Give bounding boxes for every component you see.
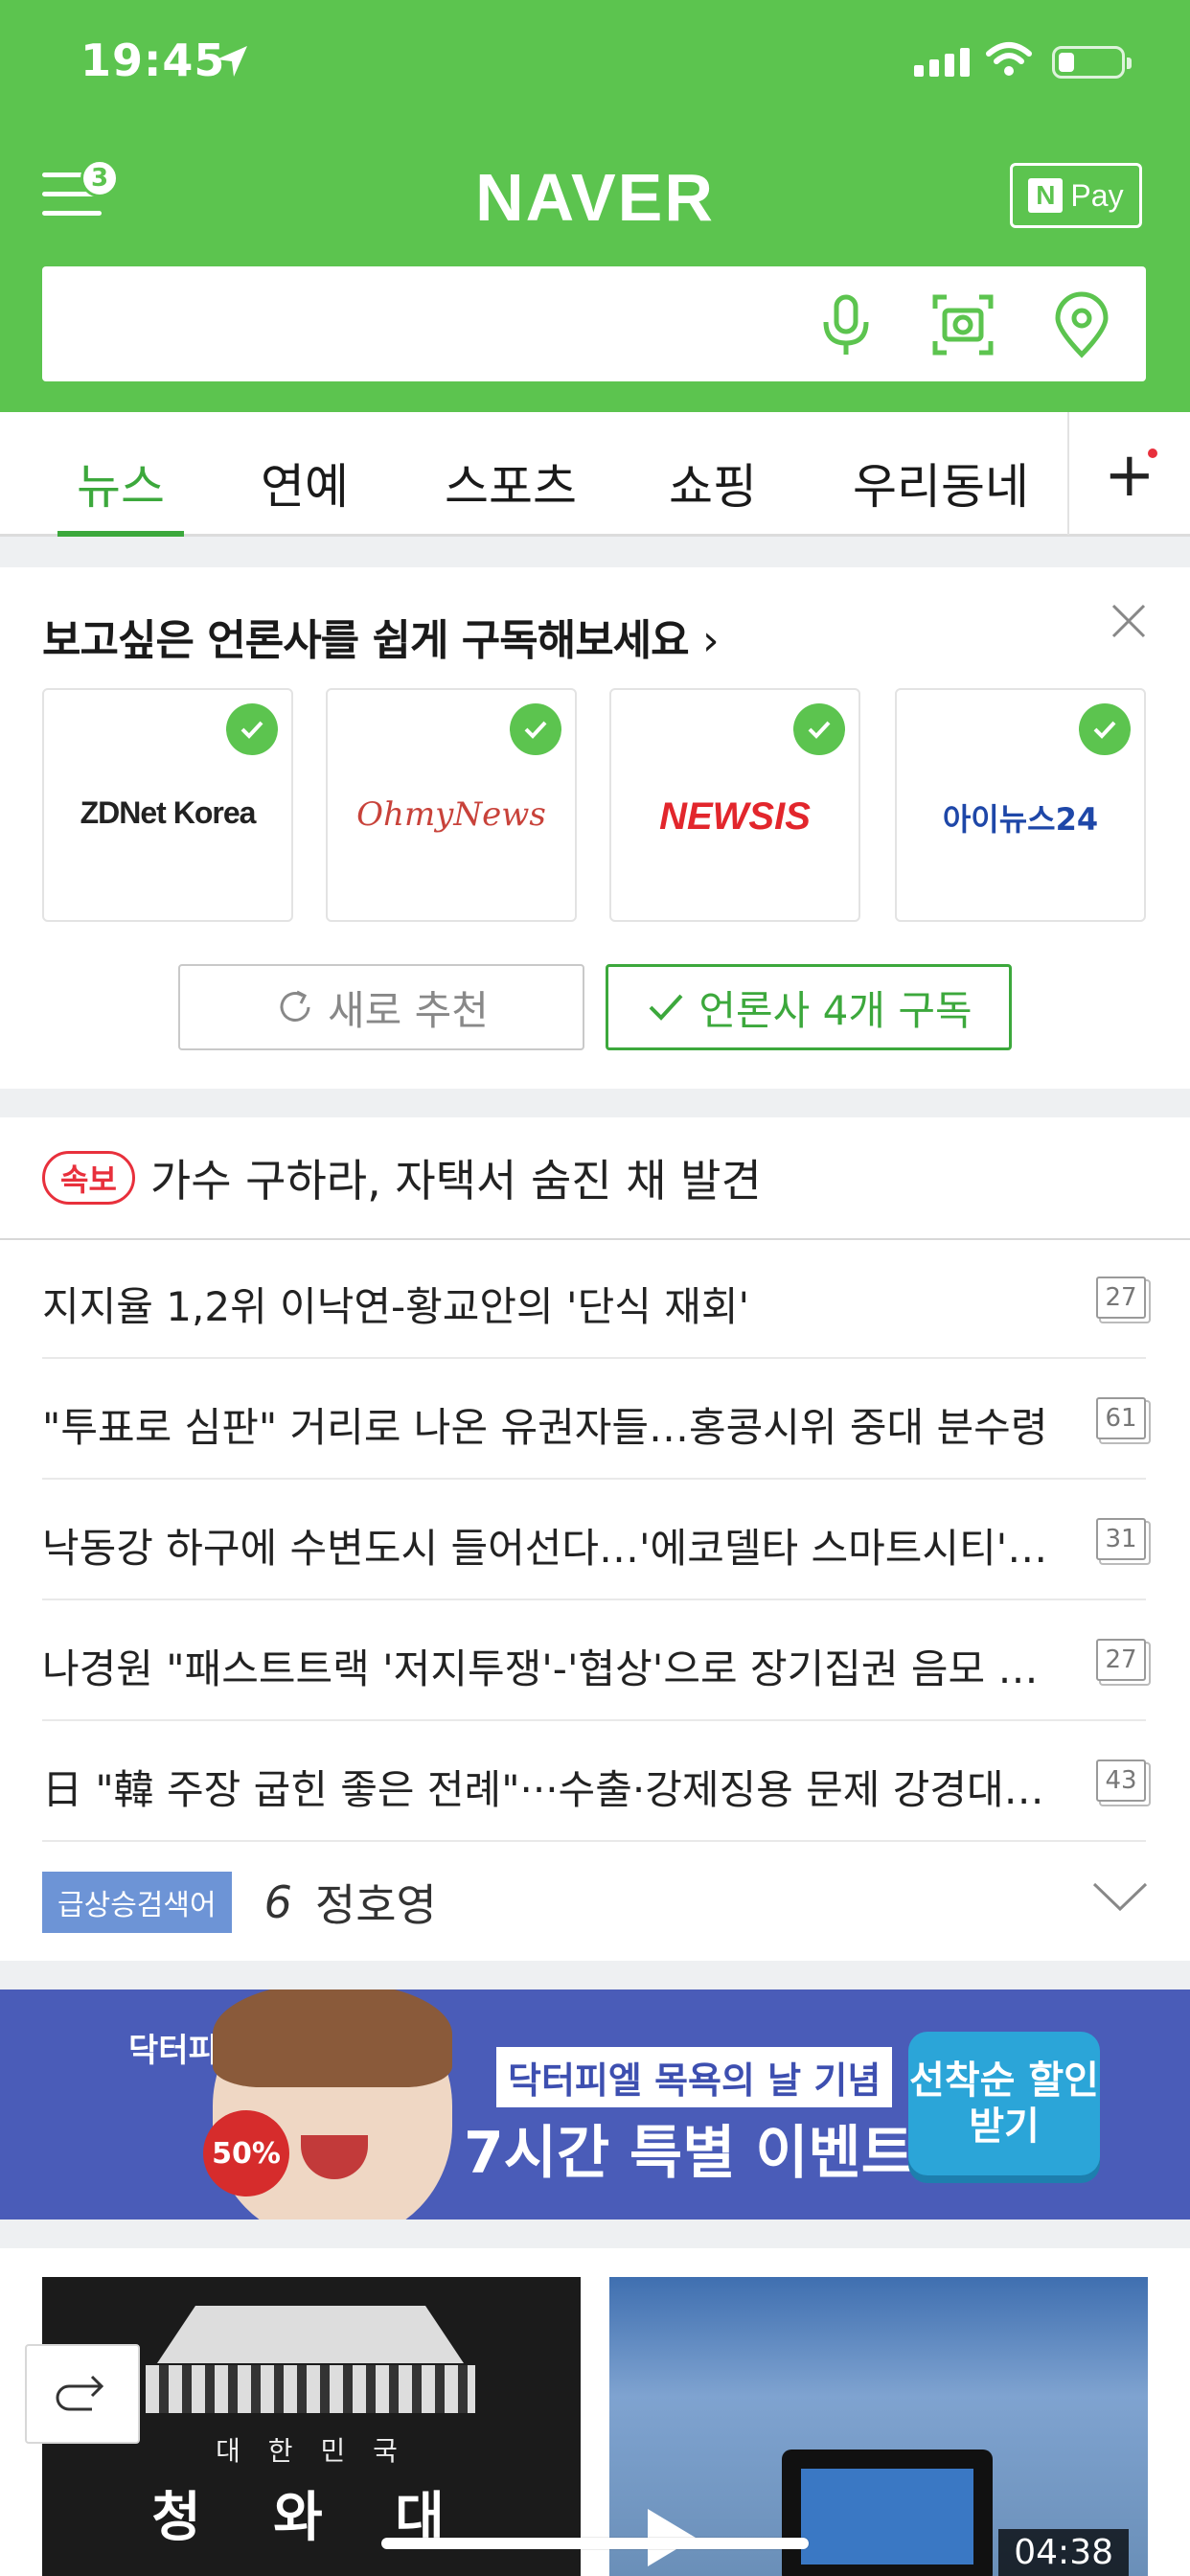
- comment-count: 27: [1096, 1639, 1146, 1681]
- check-icon[interactable]: [793, 703, 845, 755]
- section-gap: [0, 1089, 1190, 1117]
- npay-label: Pay: [1070, 177, 1124, 213]
- news-title: 낙동강 하구에 수변도시 들어선다…'에코델타 스마트시티' 조성: [42, 1525, 1058, 1572]
- publisher-logo: OhmyNews: [356, 795, 546, 834]
- comment-count: 27: [1096, 1276, 1146, 1319]
- battery-icon: [1052, 46, 1132, 79]
- subscribe-button[interactable]: 언론사 4개 구독: [606, 964, 1012, 1050]
- publisher-logo: 아이뉴스24: [942, 801, 1099, 838]
- publisher-logo: NEWSIS: [659, 795, 811, 838]
- breaking-badge: 속보: [42, 1151, 135, 1205]
- trending-tag: 급상승검색어: [42, 1872, 232, 1933]
- tab-entertainment[interactable]: 연예: [261, 448, 349, 518]
- section-gap: [0, 1961, 1190, 1990]
- check-icon[interactable]: [1079, 703, 1131, 755]
- search-input[interactable]: [42, 266, 1146, 381]
- chevron-down-icon[interactable]: [1092, 1880, 1148, 1913]
- ad-banner[interactable]: 닥터피엘 50% 닥터피엘 목욕의 날 기념 7시간 특별 이벤트 선착순 할인…: [0, 1990, 1190, 2220]
- publisher-card-ohmynews[interactable]: OhmyNews: [326, 688, 577, 922]
- ad-discount-badge: 50%: [203, 2110, 289, 2196]
- location-pin-icon[interactable]: [1048, 291, 1115, 358]
- check-icon[interactable]: [510, 703, 561, 755]
- mic-icon[interactable]: [812, 291, 880, 358]
- subscribe-label: 언론사 4개 구독: [698, 986, 973, 1034]
- ad-headline-large: 7시간 특별 이벤트: [464, 2120, 914, 2187]
- breaking-headline: 가수 구하라, 자택서 숨진 채 발견: [149, 1155, 762, 1207]
- building-columns: [146, 2365, 475, 2413]
- news-title: 日 "韓 주장 굽힌 좋은 전례"···수출·강제징용 문제 강경대응 방침: [42, 1766, 1058, 1813]
- photo-news-row: 대 한 민 국 청 와 대 04:38: [0, 2248, 1190, 2576]
- subscribe-title-link[interactable]: 보고싶은 언론사를 쉽게 구독해보세요 ›: [42, 606, 720, 667]
- app-header: 19:45 3 NAVER N Pay: [0, 0, 1190, 412]
- check-icon[interactable]: [226, 703, 278, 755]
- tab-neighborhood[interactable]: 우리동네: [853, 448, 1029, 518]
- location-arrow-icon: [217, 46, 247, 77]
- new-dot-badge: [1148, 448, 1157, 458]
- signal-icon: [914, 48, 970, 77]
- tab-news[interactable]: 뉴스: [77, 448, 165, 518]
- category-tabs: 뉴스 연예 스포츠 쇼핑 우리동네 +: [0, 412, 1190, 537]
- refresh-recommendation-button[interactable]: 새로 추천: [178, 964, 584, 1050]
- home-indicator[interactable]: [381, 2538, 809, 2549]
- divider: [1067, 412, 1069, 535]
- npay-button[interactable]: N Pay: [1010, 163, 1142, 228]
- news-title: 나경원 "패스트트랙 '저지투쟁'-'협상'으로 장기집권 음모 저지": [42, 1645, 1058, 1692]
- news-title: 지지율 1,2위 이낙연-황교안의 '단식 재회': [42, 1283, 750, 1330]
- publisher-card-zdnet[interactable]: ZDNet Korea: [42, 688, 293, 922]
- comment-count: 31: [1096, 1518, 1146, 1560]
- camera-lens-icon[interactable]: [929, 291, 996, 358]
- wifi-icon: [986, 42, 1032, 76]
- section-gap: [0, 2220, 1190, 2248]
- share-arrow-icon: [56, 2375, 104, 2411]
- close-icon[interactable]: [1106, 598, 1152, 644]
- tab-sports[interactable]: 스포츠: [445, 448, 577, 518]
- news-item[interactable]: 日 "韓 주장 굽힌 좋은 전례"···수출·강제징용 문제 강경대응 방침 4…: [42, 1723, 1146, 1842]
- refresh-label: 새로 추천: [328, 986, 489, 1034]
- trending-keyword: 정호영: [314, 1879, 437, 1931]
- subscribe-title: 보고싶은 언론사를 쉽게 구독해보세요: [42, 616, 690, 665]
- breaking-news[interactable]: 속보 가수 구하라, 자택서 숨진 채 발견: [42, 1146, 762, 1209]
- news-item[interactable]: "투표로 심판" 거리로 나온 유권자들…홍콩시위 중대 분수령 61: [42, 1361, 1146, 1480]
- tab-shopping[interactable]: 쇼핑: [669, 448, 757, 518]
- share-button[interactable]: [25, 2344, 140, 2444]
- trending-search[interactable]: 급상승검색어 6 정호영: [42, 1871, 437, 1934]
- section-gap: [0, 537, 1190, 567]
- news-item[interactable]: 지지율 1,2위 이낙연-황교안의 '단식 재회' 27: [42, 1240, 1146, 1359]
- video-card[interactable]: 04:38: [609, 2277, 1148, 2576]
- chevron-right-icon: ›: [701, 616, 720, 665]
- publisher-logo: ZDNet Korea: [80, 795, 257, 830]
- ad-cta-button[interactable]: 선착순 할인받기: [908, 2032, 1100, 2175]
- publisher-card-inews24[interactable]: 아이뉴스24: [895, 688, 1146, 922]
- building-roof: [157, 2306, 464, 2363]
- comment-count: 43: [1096, 1760, 1146, 1802]
- refresh-icon: [280, 990, 310, 1022]
- trending-rank: 6: [263, 1876, 292, 1928]
- check-icon: [649, 994, 683, 1021]
- news-item[interactable]: 낙동강 하구에 수변도시 들어선다…'에코델타 스마트시티' 조성 31: [42, 1482, 1146, 1600]
- comment-count: 61: [1096, 1397, 1146, 1439]
- subscribe-panel: 보고싶은 언론사를 쉽게 구독해보세요 › ZDNet Korea OhmyNe…: [0, 567, 1190, 1089]
- status-time: 19:45: [80, 34, 226, 86]
- news-section: 속보 가수 구하라, 자택서 숨진 채 발견 지지율 1,2위 이낙연-황교안의…: [0, 1117, 1190, 1961]
- news-title: "투표로 심판" 거리로 나온 유권자들…홍콩시위 중대 분수령: [42, 1404, 1048, 1451]
- npay-n-icon: N: [1028, 178, 1064, 213]
- video-duration: 04:38: [998, 2529, 1129, 2576]
- ad-headline-small: 닥터피엘 목욕의 날 기념: [496, 2047, 893, 2107]
- news-item[interactable]: 나경원 "패스트트랙 '저지투쟁'-'협상'으로 장기집권 음모 저지" 27: [42, 1602, 1146, 1721]
- camera-screen: [801, 2469, 973, 2564]
- publisher-card-newsis[interactable]: NEWSIS: [609, 688, 860, 922]
